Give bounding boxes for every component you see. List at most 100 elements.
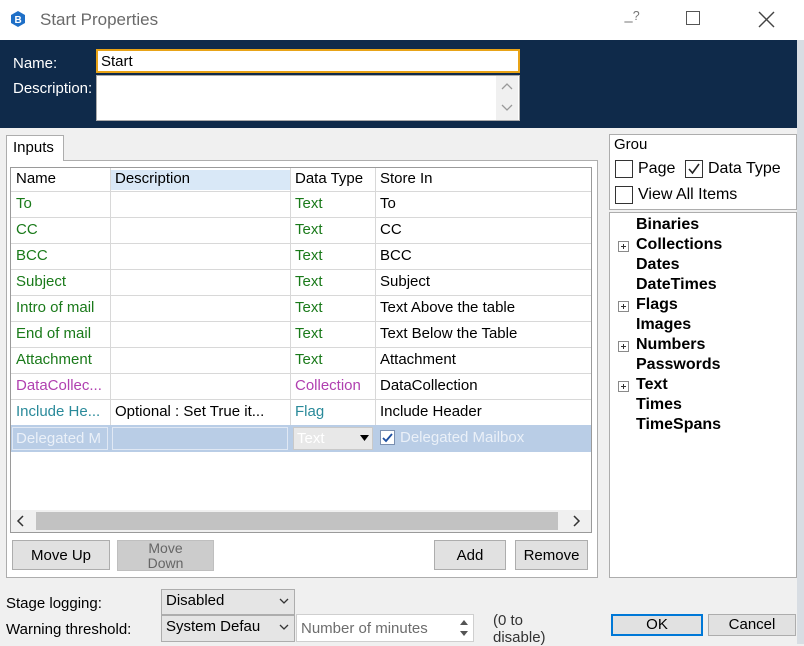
table-cell-description[interactable] bbox=[110, 373, 290, 399]
table-cell-name[interactable]: CC bbox=[11, 217, 110, 243]
table-cell-type[interactable]: Text bbox=[290, 321, 376, 347]
table-cell-name[interactable]: End of mail bbox=[11, 321, 110, 347]
tree-item[interactable]: Images bbox=[636, 316, 691, 334]
tree-item[interactable]: Passwords bbox=[636, 356, 720, 374]
expand-plus-icon[interactable] bbox=[618, 301, 629, 312]
warning-threshold-label: Warning threshold: bbox=[6, 621, 132, 638]
threshold-hint-line1: (0 to bbox=[493, 612, 524, 629]
table-cell-store[interactable]: To bbox=[375, 191, 591, 217]
view-all-checkbox[interactable] bbox=[615, 186, 633, 204]
window-title: Start Properties bbox=[40, 10, 159, 29]
selected-row-description[interactable] bbox=[112, 427, 288, 450]
page-checkbox-label: Page bbox=[638, 160, 676, 177]
group-label: Grou bbox=[614, 136, 648, 153]
description-scrollbar[interactable] bbox=[496, 76, 518, 120]
hscroll-thumb[interactable] bbox=[36, 512, 558, 530]
column-divider bbox=[110, 168, 111, 452]
svg-text:B: B bbox=[15, 15, 22, 26]
table-cell-type[interactable]: Collection bbox=[290, 373, 376, 399]
table-cell-type[interactable]: Text bbox=[290, 295, 376, 321]
stage-logging-label: Stage logging: bbox=[6, 595, 102, 612]
table-cell-name[interactable]: Intro of mail bbox=[11, 295, 110, 321]
name-input[interactable] bbox=[96, 49, 520, 73]
table-cell-description[interactable] bbox=[110, 347, 290, 373]
table-cell-description[interactable] bbox=[110, 295, 290, 321]
table-cell-description[interactable] bbox=[110, 321, 290, 347]
table-cell-store[interactable]: Attachment bbox=[375, 347, 591, 373]
table-cell-description[interactable] bbox=[110, 191, 290, 217]
scroll-down-icon[interactable] bbox=[501, 103, 513, 113]
move-down-button[interactable]: Move Down bbox=[117, 540, 214, 571]
column-header-data-type[interactable]: Data Type bbox=[290, 170, 376, 190]
tree-item[interactable]: Numbers bbox=[636, 336, 705, 354]
table-cell-store[interactable]: BCC bbox=[375, 243, 591, 269]
tree-item[interactable]: Collections bbox=[636, 236, 722, 254]
selected-row-checkbox[interactable] bbox=[380, 430, 395, 445]
close-icon bbox=[758, 11, 775, 28]
tree-item[interactable]: Dates bbox=[636, 256, 680, 274]
selected-row-store[interactable]: Delegated Mailbox bbox=[397, 427, 587, 450]
expand-plus-icon[interactable] bbox=[618, 341, 629, 352]
page-checkbox[interactable] bbox=[615, 160, 633, 178]
column-header-name[interactable]: Name bbox=[11, 170, 110, 190]
move-up-button[interactable]: Move Up bbox=[12, 540, 110, 570]
maximize-button[interactable] bbox=[686, 11, 700, 25]
spinner-arrows-icon[interactable] bbox=[456, 616, 472, 640]
tab-inputs-label: Inputs bbox=[13, 139, 54, 156]
table-cell-store[interactable]: Text Below the Table bbox=[375, 321, 591, 347]
tab-inputs[interactable]: Inputs bbox=[6, 135, 64, 161]
selected-row-name[interactable]: Delegated M bbox=[12, 427, 108, 450]
tree-item[interactable]: Binaries bbox=[636, 216, 699, 234]
table-cell-store[interactable]: Include Header bbox=[375, 399, 591, 425]
table-cell-type[interactable]: Text bbox=[290, 217, 376, 243]
tree-item[interactable]: TimeSpans bbox=[636, 416, 721, 434]
tree-item[interactable]: Text bbox=[636, 376, 668, 394]
close-button[interactable] bbox=[752, 6, 782, 34]
table-cell-type[interactable]: Flag bbox=[290, 399, 376, 425]
checkmark-icon bbox=[382, 433, 393, 443]
table-cell-type[interactable]: Text bbox=[290, 191, 376, 217]
window-edge bbox=[797, 40, 804, 644]
table-cell-description[interactable] bbox=[110, 217, 290, 243]
description-label: Description: bbox=[13, 80, 93, 97]
table-cell-name[interactable]: Include He... bbox=[11, 399, 110, 425]
table-cell-name[interactable]: BCC bbox=[11, 243, 110, 269]
expand-plus-icon[interactable] bbox=[618, 241, 629, 252]
table-cell-type[interactable]: Text bbox=[290, 269, 376, 295]
scroll-right-icon[interactable] bbox=[571, 515, 581, 527]
tree-item[interactable]: DateTimes bbox=[636, 276, 717, 294]
minutes-spinner[interactable] bbox=[456, 616, 472, 640]
table-cell-name[interactable]: To bbox=[11, 191, 110, 217]
move-down-line1: Move bbox=[148, 540, 183, 556]
minimize-glyph: – bbox=[624, 13, 633, 30]
add-button[interactable]: Add bbox=[434, 540, 506, 570]
scroll-up-icon[interactable] bbox=[501, 81, 513, 91]
help-button[interactable]: –? bbox=[612, 3, 652, 33]
table-cell-type[interactable]: Text bbox=[290, 347, 376, 373]
table-cell-store[interactable]: Subject bbox=[375, 269, 591, 295]
table-cell-description[interactable] bbox=[110, 269, 290, 295]
table-cell-description[interactable] bbox=[110, 243, 290, 269]
warning-threshold-select[interactable]: System Defau bbox=[161, 615, 295, 642]
table-cell-store[interactable]: DataCollection bbox=[375, 373, 591, 399]
column-header-description[interactable]: Description bbox=[110, 170, 290, 190]
datatype-checkbox[interactable] bbox=[685, 160, 703, 178]
table-cell-name[interactable]: Subject bbox=[11, 269, 110, 295]
expand-plus-icon[interactable] bbox=[618, 381, 629, 392]
stage-logging-select[interactable]: Disabled bbox=[161, 589, 295, 615]
table-cell-store[interactable]: Text Above the table bbox=[375, 295, 591, 321]
table-cell-name[interactable]: Attachment bbox=[11, 347, 110, 373]
table-cell-type[interactable]: Text bbox=[290, 243, 376, 269]
remove-button[interactable]: Remove bbox=[515, 540, 588, 570]
table-cell-name[interactable]: DataCollec... bbox=[11, 373, 110, 399]
ok-button[interactable]: OK bbox=[611, 614, 703, 636]
table-cell-store[interactable]: CC bbox=[375, 217, 591, 243]
scroll-left-icon[interactable] bbox=[16, 515, 26, 527]
tree-item[interactable]: Times bbox=[636, 396, 682, 414]
selected-row-type-select[interactable]: Text bbox=[293, 427, 373, 450]
column-header-store-in[interactable]: Store In bbox=[375, 170, 575, 190]
table-cell-description[interactable]: Optional : Set True it... bbox=[110, 399, 290, 425]
tree-item[interactable]: Flags bbox=[636, 296, 678, 314]
cancel-button[interactable]: Cancel bbox=[708, 614, 796, 636]
description-input[interactable] bbox=[96, 75, 520, 121]
